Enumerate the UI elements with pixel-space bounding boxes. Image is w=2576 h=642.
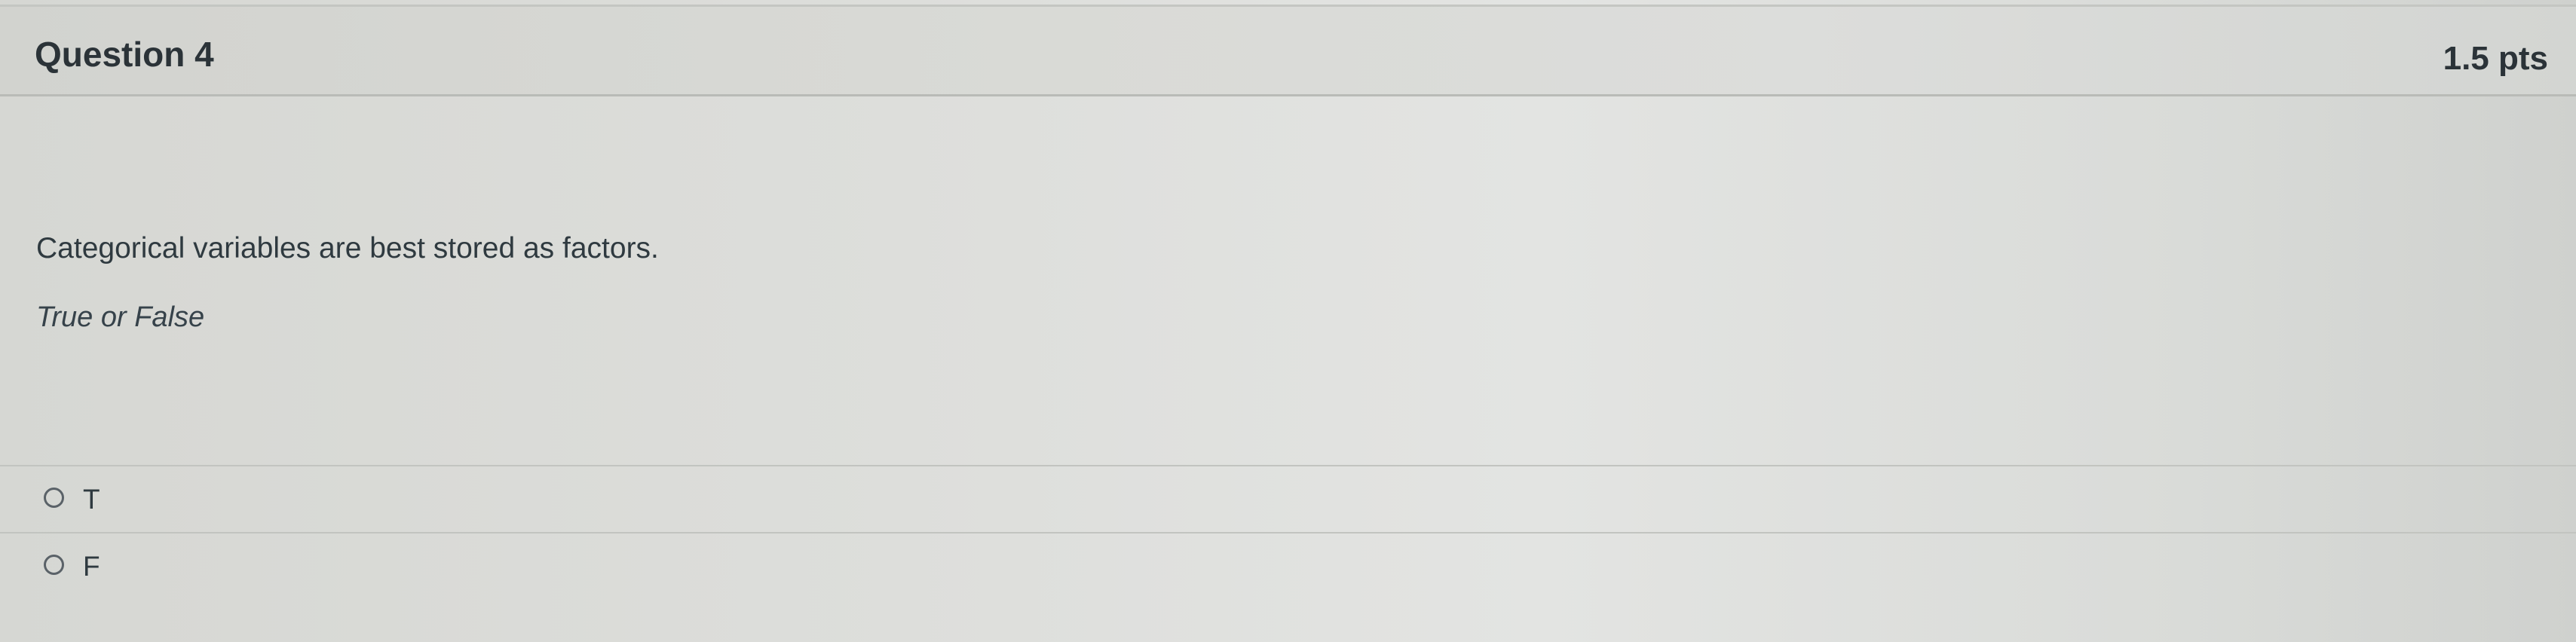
question-points: 1.5 pts [2443,40,2548,77]
question-hint: True or False [36,301,205,333]
question-header: Question 4 1.5 pts [0,5,2576,96]
radio-button-t[interactable] [44,488,64,508]
question-text: Categorical variables are best stored as… [36,232,659,264]
radio-button-f[interactable] [44,555,64,575]
question-title: Question 4 [35,35,214,74]
answer-label-t[interactable]: T [83,484,100,515]
answer-label-f[interactable]: F [83,551,100,582]
quiz-question: Question 4 1.5 pts Categorical variables… [0,0,2576,642]
answer-option-f[interactable]: F [0,532,2576,598]
answer-option-t[interactable]: T [0,465,2576,531]
